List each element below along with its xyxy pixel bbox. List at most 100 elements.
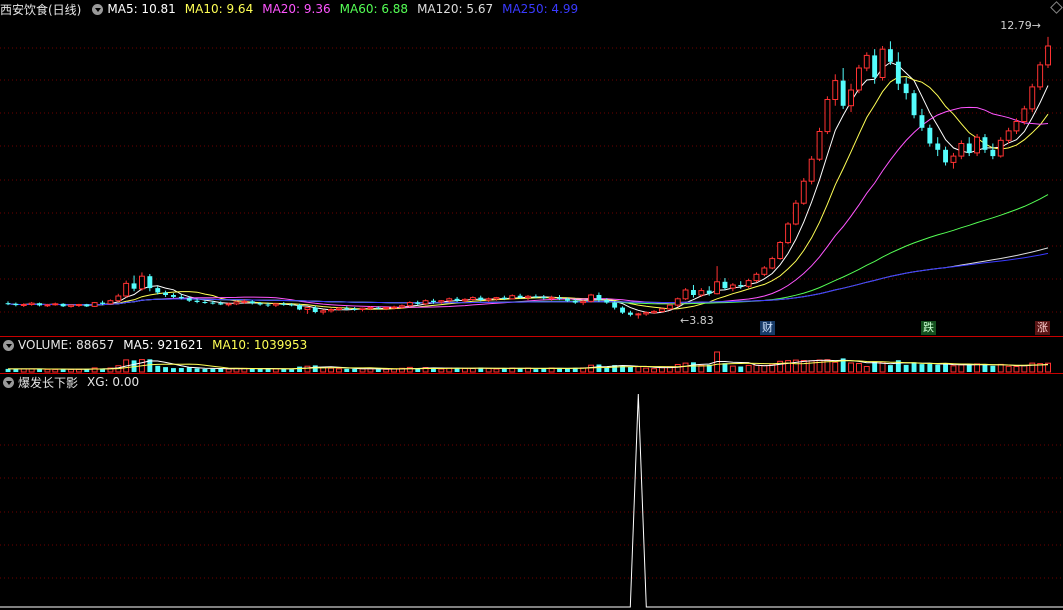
volume-bar-up — [272, 368, 279, 373]
volume-bar-down — [691, 362, 696, 372]
volume-bar-up — [635, 366, 642, 373]
candle-body-up — [580, 300, 587, 304]
candle-body-up — [729, 284, 736, 289]
volume-bar-down — [541, 368, 547, 372]
volume-bar-up — [383, 368, 390, 373]
candle-body-up — [446, 298, 453, 302]
volume-bar-up — [856, 363, 862, 373]
volume-bar-down — [312, 365, 318, 372]
candle-body-up — [698, 290, 705, 296]
candle-body-down — [572, 300, 578, 303]
candle-body-up — [422, 300, 429, 305]
ma20-line — [7, 106, 1049, 308]
ma5-line — [7, 61, 1049, 314]
candle-body-down — [147, 276, 153, 289]
candle-body-up — [469, 297, 476, 301]
candle-body-up — [1021, 108, 1028, 123]
candle-body-down — [13, 303, 19, 306]
candle-body-up — [588, 294, 594, 302]
candle-body-up — [761, 267, 768, 275]
candle-body-up — [115, 295, 122, 302]
candle-body-down — [706, 290, 712, 294]
main-legend: 西安饮食(日线) MA5: 10.81 MA10: 9.64 MA20: 9.3… — [0, 0, 587, 18]
legend-ma10: MA10: 9.64 — [184, 2, 254, 16]
candle-body-down — [604, 300, 610, 303]
candle-body-up — [123, 282, 130, 297]
volume-bar-down — [628, 366, 633, 372]
volume-legend: VOLUME: 88657 MA5: 921621 MA10: 1039953 — [0, 336, 316, 354]
candle-body-up — [91, 302, 98, 307]
volume-bar-down — [604, 367, 610, 372]
volume-bar-down — [202, 368, 208, 372]
volume-bar-up — [785, 360, 791, 373]
volume-bar-up — [469, 368, 476, 373]
candle-body-up — [44, 304, 51, 307]
candle-body-down — [478, 297, 484, 301]
legend-ma20: MA20: 9.36 — [262, 2, 331, 16]
volume-bar-down — [982, 364, 988, 372]
volume-bar-up — [485, 368, 492, 373]
candle-body-up — [1045, 45, 1051, 66]
candle-body-down — [620, 307, 625, 313]
candle-body-down — [194, 300, 200, 302]
candle-body-down — [943, 149, 948, 163]
volume-bar-up — [52, 368, 59, 373]
volume-bar-up — [753, 364, 760, 373]
low-price-value: 3.83 — [689, 314, 714, 327]
volume-bar-down — [297, 366, 302, 372]
candle-body-up — [808, 158, 815, 182]
volume-bar-down — [155, 365, 161, 372]
indicator-legend-toggle-icon[interactable] — [3, 376, 14, 388]
legend-ma5: MA5: 10.81 — [107, 2, 176, 16]
candle-body-up — [682, 289, 689, 300]
candle-body-down — [888, 49, 893, 62]
candle-body-up — [336, 307, 342, 311]
volume-bar-up — [44, 368, 51, 373]
volume-bar-down — [888, 365, 893, 372]
candle-body-down — [895, 61, 901, 84]
high-price-label: 12.79→ — [1000, 19, 1041, 32]
volume-bar-up — [462, 368, 468, 373]
volume-bar-down — [501, 368, 507, 372]
candle-body-up — [68, 304, 74, 307]
candle-body-up — [1037, 64, 1044, 88]
event-badge-finance[interactable]: 财 — [760, 321, 775, 335]
volume-bar-down — [722, 363, 728, 372]
candle-body-up — [777, 242, 784, 259]
volume-bar-up — [643, 367, 650, 373]
main-legend-toggle-icon[interactable] — [92, 3, 104, 15]
candle-body-up — [493, 297, 500, 300]
volume-bar-up — [950, 365, 957, 373]
candle-body-up — [666, 304, 673, 310]
volume-bar-down — [289, 369, 295, 372]
volume-bar-up — [328, 367, 335, 373]
candle-body-down — [501, 297, 507, 299]
candle-body-up — [785, 223, 791, 244]
candle-body-down — [344, 308, 350, 310]
candle-body-down — [202, 302, 208, 303]
volume-bar-up — [68, 368, 74, 373]
volume-bar-up — [848, 362, 854, 373]
volume-legend-toggle-icon[interactable] — [3, 339, 14, 351]
volume-bar-down — [927, 363, 933, 372]
kline-chart[interactable] — [0, 0, 1063, 610]
volume-bar-up — [729, 365, 736, 373]
candle-body-up — [107, 300, 114, 305]
candle-body-up — [832, 80, 839, 100]
candle-body-down — [265, 304, 271, 306]
candle-body-down — [352, 308, 358, 310]
candle-body-up — [52, 303, 59, 306]
volume-bar-down — [911, 362, 917, 372]
event-badge-fall[interactable]: 跌 — [921, 321, 936, 335]
event-badge-rise[interactable]: 涨 — [1035, 321, 1050, 335]
volume-bar-up — [336, 368, 342, 373]
stock-title: 西安饮食(日线) — [0, 2, 82, 17]
candle-body-up — [635, 313, 642, 316]
candle-body-up — [399, 305, 405, 308]
candle-body-down — [5, 303, 11, 305]
candle-body-down — [966, 143, 972, 153]
candle-body-down — [557, 297, 562, 299]
candle-body-down — [431, 300, 436, 302]
candle-body-down — [218, 303, 224, 305]
high-price-value: 12.79 — [1000, 19, 1032, 32]
